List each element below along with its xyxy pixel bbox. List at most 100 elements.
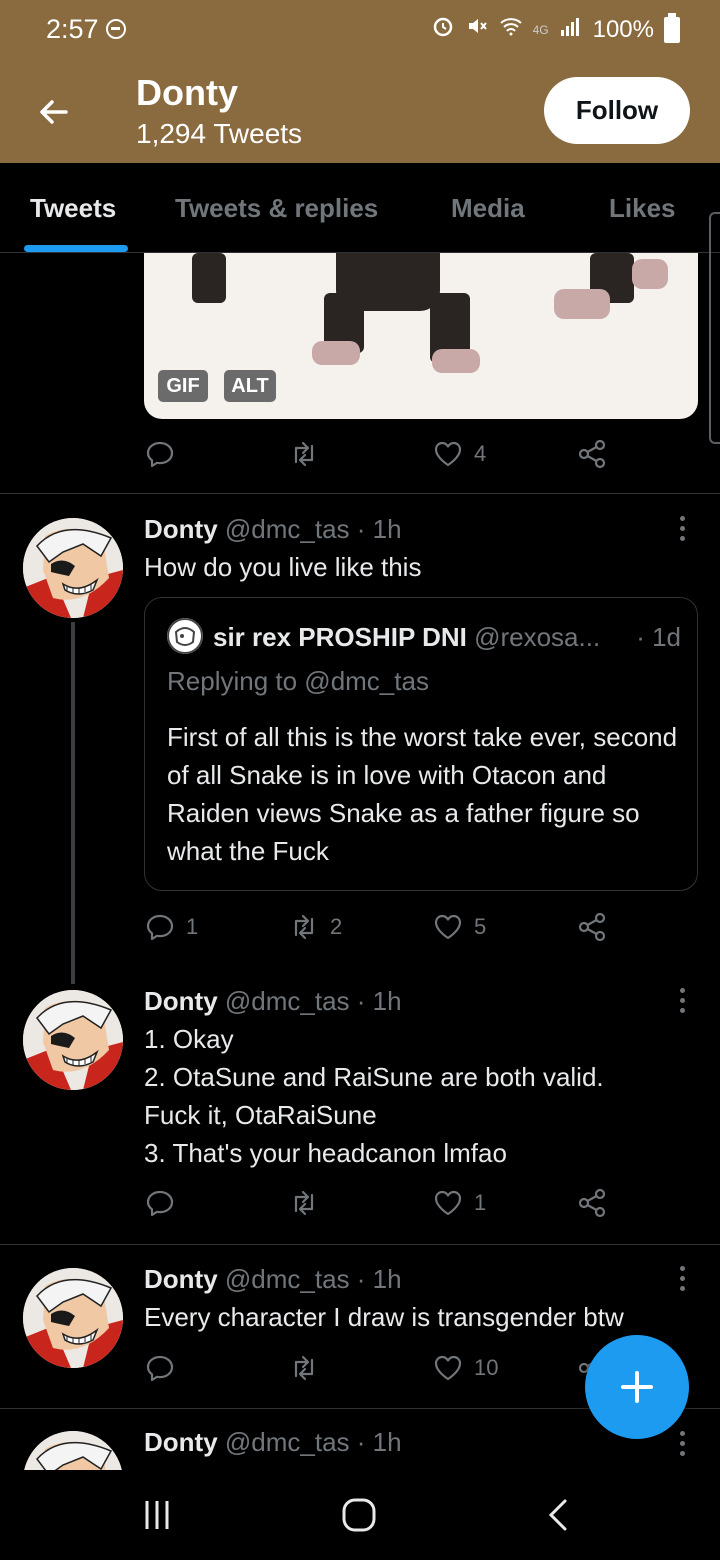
author-name[interactable]: Donty: [144, 514, 218, 544]
quote-text: First of all this is the worst take ever…: [167, 722, 678, 866]
retweet-icon: [294, 1355, 314, 1381]
heart-icon: [434, 914, 462, 940]
author-handle: @dmc_tas: [224, 986, 350, 1016]
recent-apps-button[interactable]: [132, 1492, 182, 1538]
do-not-disturb-icon: [106, 19, 126, 39]
retweet-icon: [294, 914, 314, 940]
tweet-time: · 1h: [356, 514, 402, 544]
reply-button[interactable]: 1: [144, 911, 198, 943]
tweet-actions: 10: [144, 1352, 624, 1392]
avatar[interactable]: [23, 990, 123, 1090]
arrow-left-icon: [40, 100, 68, 124]
like-count: 1: [474, 1190, 487, 1215]
profile-tabs: Tweets Tweets & replies Media Likes: [0, 163, 720, 253]
tweet-time: · 1h: [356, 1427, 402, 1457]
avatar-illustration: [23, 518, 123, 618]
retweet-button[interactable]: [288, 1352, 330, 1384]
share-icon: [578, 912, 606, 942]
retweet-button[interactable]: [288, 438, 330, 470]
tab-likes[interactable]: Likes: [609, 193, 676, 224]
profile-name: Donty: [136, 72, 238, 113]
heart-icon: [434, 1190, 462, 1216]
tweet-actions: 4: [144, 438, 624, 478]
quote-avatar-illustration: [167, 618, 203, 654]
author-name[interactable]: Donty: [144, 1264, 218, 1294]
like-count: 5: [474, 914, 487, 939]
follow-button[interactable]: Follow: [544, 77, 690, 144]
gif-figure-shape: [632, 259, 668, 289]
tweet-actions: 1: [144, 1187, 624, 1227]
avatar[interactable]: [23, 1431, 123, 1470]
heart-icon: [434, 1355, 462, 1381]
share-button[interactable]: [576, 438, 608, 470]
recent-apps-icon: [145, 1501, 169, 1529]
gif-figure-shape: [554, 289, 610, 319]
avatar[interactable]: [23, 518, 123, 618]
tab-media[interactable]: Media: [451, 193, 525, 224]
tweet-divider: [0, 1244, 720, 1245]
gif-figure-shape: [192, 253, 226, 303]
author-name[interactable]: Donty: [144, 986, 218, 1016]
scrollbar-thumb[interactable]: [709, 212, 720, 444]
quote-header: sir rex PROSHIP DNI @rexosa...: [213, 622, 685, 653]
avatar[interactable]: [23, 1268, 123, 1368]
tweet-count: 1,294 Tweets: [136, 118, 303, 149]
tweet-divider: [0, 493, 720, 494]
status-time: 2:57: [46, 14, 99, 44]
tweet-actions: 1 2 5: [144, 911, 624, 951]
quote-author-name: sir rex PROSHIP DNI: [213, 622, 467, 652]
more-options-button[interactable]: [668, 508, 696, 548]
author-handle: @dmc_tas: [224, 1427, 350, 1457]
gif-figure-shape: [432, 349, 480, 373]
gif-figure-shape: [312, 341, 360, 365]
alt-badge[interactable]: ALT: [224, 370, 276, 402]
tab-tweets[interactable]: Tweets: [30, 193, 116, 224]
reply-button[interactable]: [144, 1187, 186, 1219]
back-nav-button[interactable]: [534, 1492, 584, 1538]
compose-tweet-button[interactable]: [585, 1335, 689, 1439]
home-button[interactable]: [334, 1492, 384, 1538]
gif-badge: GIF: [158, 370, 208, 402]
retweet-button[interactable]: [288, 1187, 330, 1219]
share-icon: [578, 439, 606, 469]
reply-button[interactable]: [144, 438, 186, 470]
more-options-button[interactable]: [668, 980, 696, 1020]
author-handle: @dmc_tas: [224, 1264, 350, 1294]
chevron-left-icon: [548, 1499, 567, 1531]
like-button[interactable]: 4: [432, 438, 486, 470]
heart-icon: [434, 441, 462, 467]
share-button[interactable]: [576, 1187, 608, 1219]
thread-connector: [71, 622, 75, 984]
share-button[interactable]: [576, 911, 608, 943]
tweet-header: Donty @dmc_tas · 1h: [144, 514, 402, 545]
share-icon: [578, 1188, 606, 1218]
system-navigation-bar: [0, 1470, 720, 1560]
like-button[interactable]: 5: [432, 911, 486, 943]
tweet-header: Donty @dmc_tas · 1h: [144, 1264, 402, 1295]
author-handle: @dmc_tas: [224, 514, 350, 544]
avatar-illustration: [23, 1268, 123, 1368]
active-tab-indicator: [24, 245, 128, 252]
author-name[interactable]: Donty: [144, 1427, 218, 1457]
tweet-text: Every character I draw is transgender bt…: [144, 1302, 624, 1332]
like-button[interactable]: 1: [432, 1187, 486, 1219]
avatar-illustration: [23, 1431, 123, 1470]
reply-icon: [146, 441, 174, 468]
like-button[interactable]: 10: [432, 1352, 498, 1384]
back-button[interactable]: [30, 88, 78, 136]
retweet-icon: [294, 1190, 314, 1216]
more-options-button[interactable]: [668, 1258, 696, 1298]
more-options-button[interactable]: [668, 1423, 696, 1463]
tab-tweets-replies[interactable]: Tweets & replies: [175, 193, 378, 224]
alarm-icon: [431, 14, 455, 45]
like-count: 10: [474, 1355, 499, 1380]
avatar-illustration: [23, 990, 123, 1090]
retweet-icon: [294, 441, 314, 467]
tweet-text: How do you live like this: [144, 552, 422, 582]
quoted-tweet[interactable]: sir rex PROSHIP DNI @rexosa... · 1d Repl…: [144, 597, 698, 891]
reply-button[interactable]: [144, 1352, 186, 1384]
reply-icon: [146, 914, 174, 941]
reply-count: 1: [186, 914, 199, 939]
quote-author-handle: @rexosa...: [474, 622, 601, 652]
retweet-button[interactable]: 2: [288, 911, 342, 943]
